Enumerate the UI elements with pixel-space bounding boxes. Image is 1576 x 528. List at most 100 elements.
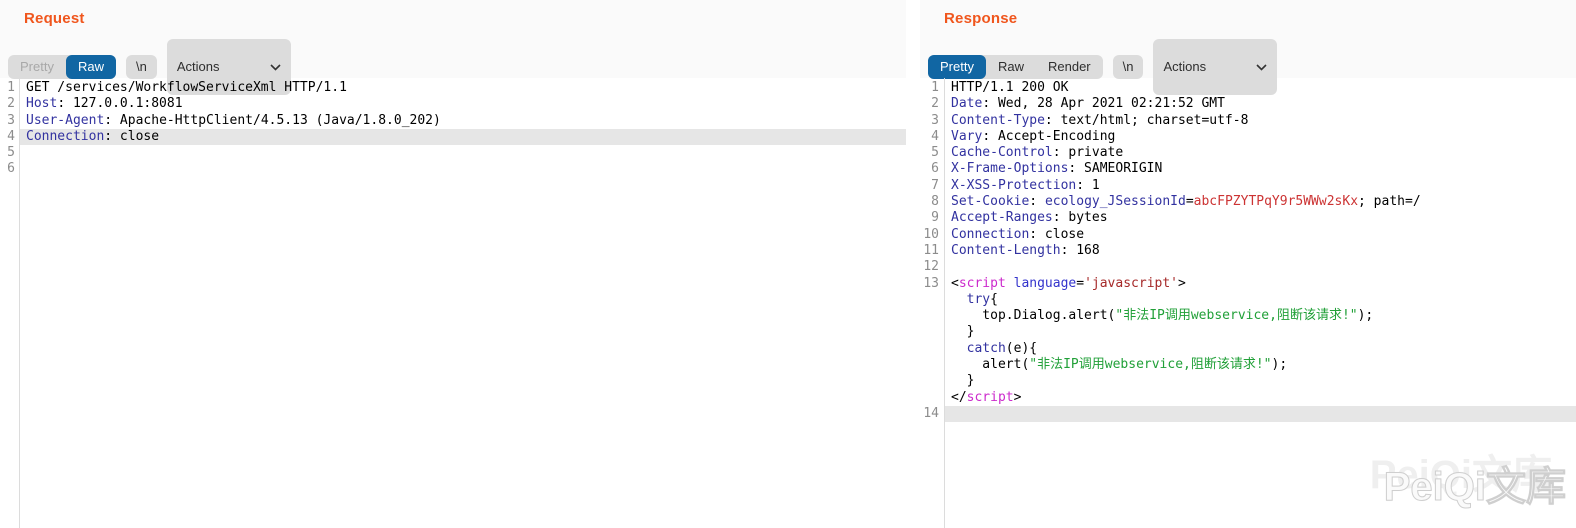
line-number: 10 bbox=[920, 227, 944, 243]
code-text: Date: Wed, 28 Apr 2021 02:21:52 GMT bbox=[944, 96, 1576, 112]
gutter-divider bbox=[19, 78, 20, 528]
line-number: 11 bbox=[920, 243, 944, 259]
response-linebreak-toggle[interactable]: \n bbox=[1113, 55, 1144, 79]
code-text: Accept-Ranges: bytes bbox=[944, 210, 1576, 226]
code-line[interactable]: 4Vary: Accept-Encoding bbox=[920, 129, 1576, 145]
code-text: top.Dialog.alert("非法IP调用webservice,阻断该请求… bbox=[944, 308, 1576, 324]
code-line[interactable]: 6X-Frame-Options: SAMEORIGIN bbox=[920, 161, 1576, 177]
line-number: 6 bbox=[0, 161, 19, 177]
line-number: 13 bbox=[920, 276, 944, 292]
code-line[interactable]: </script> bbox=[920, 390, 1576, 406]
request-tab-raw[interactable]: Raw bbox=[66, 55, 116, 79]
response-panel-header: Response Pretty Raw Render \n Actions bbox=[920, 0, 1576, 78]
request-linebreak-toggle[interactable]: \n bbox=[126, 55, 157, 79]
code-text: Content-Type: text/html; charset=utf-8 bbox=[944, 113, 1576, 129]
request-view-switcher: Pretty Raw bbox=[8, 55, 116, 79]
code-line[interactable]: 9Accept-Ranges: bytes bbox=[920, 210, 1576, 226]
code-text: GET /services/WorkflowServiceXml HTTP/1.… bbox=[19, 80, 906, 96]
response-tab-raw[interactable]: Raw bbox=[986, 55, 1036, 79]
line-number: 5 bbox=[920, 145, 944, 161]
line-number bbox=[920, 373, 944, 389]
code-line[interactable]: 8Set-Cookie: ecology_JSessionId=abcFPZYT… bbox=[920, 194, 1576, 210]
line-number: 5 bbox=[0, 145, 19, 161]
code-text: alert("非法IP调用webservice,阻断该请求!"); bbox=[944, 357, 1576, 373]
code-line[interactable]: 1HTTP/1.1 200 OK bbox=[920, 80, 1576, 96]
code-text: <script language='javascript'> bbox=[944, 276, 1576, 292]
code-line[interactable]: 3User-Agent: Apache-HttpClient/4.5.13 (J… bbox=[0, 113, 906, 129]
response-tab-pretty[interactable]: Pretty bbox=[928, 55, 986, 79]
code-line[interactable]: } bbox=[920, 373, 1576, 389]
code-line[interactable]: 5Cache-Control: private bbox=[920, 145, 1576, 161]
response-view-switcher: Pretty Raw Render bbox=[928, 55, 1103, 79]
code-line[interactable]: 2Host: 127.0.0.1:8081 bbox=[0, 96, 906, 112]
code-text: Content-Length: 168 bbox=[944, 243, 1576, 259]
code-text bbox=[944, 259, 1576, 275]
code-line[interactable]: try{ bbox=[920, 292, 1576, 308]
line-number: 9 bbox=[920, 210, 944, 226]
request-tab-pretty[interactable]: Pretty bbox=[8, 55, 66, 79]
request-title: Request bbox=[24, 10, 906, 27]
line-number: 2 bbox=[920, 96, 944, 112]
code-text: Set-Cookie: ecology_JSessionId=abcFPZYTP… bbox=[944, 194, 1576, 210]
code-text: Connection: close bbox=[19, 129, 906, 145]
line-number: 14 bbox=[920, 406, 944, 422]
line-number: 3 bbox=[0, 113, 19, 129]
request-actions-label: Actions bbox=[177, 59, 220, 75]
line-number bbox=[920, 357, 944, 373]
code-text: HTTP/1.1 200 OK bbox=[944, 80, 1576, 96]
code-text bbox=[19, 161, 906, 177]
code-text: } bbox=[944, 373, 1576, 389]
code-text bbox=[19, 145, 906, 161]
response-panel: Response Pretty Raw Render \n Actions bbox=[920, 0, 1576, 528]
response-title: Response bbox=[944, 10, 1576, 27]
code-line[interactable]: catch(e){ bbox=[920, 341, 1576, 357]
code-line[interactable]: 13<script language='javascript'> bbox=[920, 276, 1576, 292]
code-text: Vary: Accept-Encoding bbox=[944, 129, 1576, 145]
code-text: } bbox=[944, 324, 1576, 340]
code-line[interactable]: 2Date: Wed, 28 Apr 2021 02:21:52 GMT bbox=[920, 96, 1576, 112]
response-editor[interactable]: 1HTTP/1.1 200 OK2Date: Wed, 28 Apr 2021 … bbox=[920, 78, 1576, 528]
line-number: 4 bbox=[920, 129, 944, 145]
code-text: catch(e){ bbox=[944, 341, 1576, 357]
line-number bbox=[920, 308, 944, 324]
code-text: X-Frame-Options: SAMEORIGIN bbox=[944, 161, 1576, 177]
line-number: 6 bbox=[920, 161, 944, 177]
line-number bbox=[920, 324, 944, 340]
code-line[interactable]: 11Content-Length: 168 bbox=[920, 243, 1576, 259]
line-number: 7 bbox=[920, 178, 944, 194]
code-text: try{ bbox=[944, 292, 1576, 308]
request-editor[interactable]: 1GET /services/WorkflowServiceXml HTTP/1… bbox=[0, 78, 906, 528]
code-text bbox=[944, 406, 1576, 422]
message-editor: Request Pretty Raw \n Actions bbox=[0, 0, 1576, 528]
line-number: 3 bbox=[920, 113, 944, 129]
code-line[interactable]: } bbox=[920, 324, 1576, 340]
line-number: 8 bbox=[920, 194, 944, 210]
code-line[interactable]: alert("非法IP调用webservice,阻断该请求!"); bbox=[920, 357, 1576, 373]
code-line[interactable]: 12 bbox=[920, 259, 1576, 275]
code-text: User-Agent: Apache-HttpClient/4.5.13 (Ja… bbox=[19, 113, 906, 129]
line-number: 4 bbox=[0, 129, 19, 145]
code-line[interactable]: 1GET /services/WorkflowServiceXml HTTP/1… bbox=[0, 80, 906, 96]
line-number bbox=[920, 341, 944, 357]
code-line[interactable]: 7X-XSS-Protection: 1 bbox=[920, 178, 1576, 194]
code-line[interactable]: top.Dialog.alert("非法IP调用webservice,阻断该请求… bbox=[920, 308, 1576, 324]
code-text: Connection: close bbox=[944, 227, 1576, 243]
code-line[interactable]: 5 bbox=[0, 145, 906, 161]
line-number bbox=[920, 390, 944, 406]
line-number: 2 bbox=[0, 96, 19, 112]
code-line[interactable]: 6 bbox=[0, 161, 906, 177]
code-line[interactable]: 14 bbox=[920, 406, 1576, 422]
code-text: X-XSS-Protection: 1 bbox=[944, 178, 1576, 194]
line-number: 1 bbox=[920, 80, 944, 96]
line-number: 12 bbox=[920, 259, 944, 275]
code-line[interactable]: 10Connection: close bbox=[920, 227, 1576, 243]
code-text: Cache-Control: private bbox=[944, 145, 1576, 161]
response-tab-render[interactable]: Render bbox=[1036, 55, 1103, 79]
code-text: Host: 127.0.0.1:8081 bbox=[19, 96, 906, 112]
line-number: 1 bbox=[0, 80, 19, 96]
code-line[interactable]: 4Connection: close bbox=[0, 129, 906, 145]
code-line[interactable]: 3Content-Type: text/html; charset=utf-8 bbox=[920, 113, 1576, 129]
code-text: </script> bbox=[944, 390, 1576, 406]
line-number bbox=[920, 292, 944, 308]
gutter-divider bbox=[944, 78, 945, 528]
